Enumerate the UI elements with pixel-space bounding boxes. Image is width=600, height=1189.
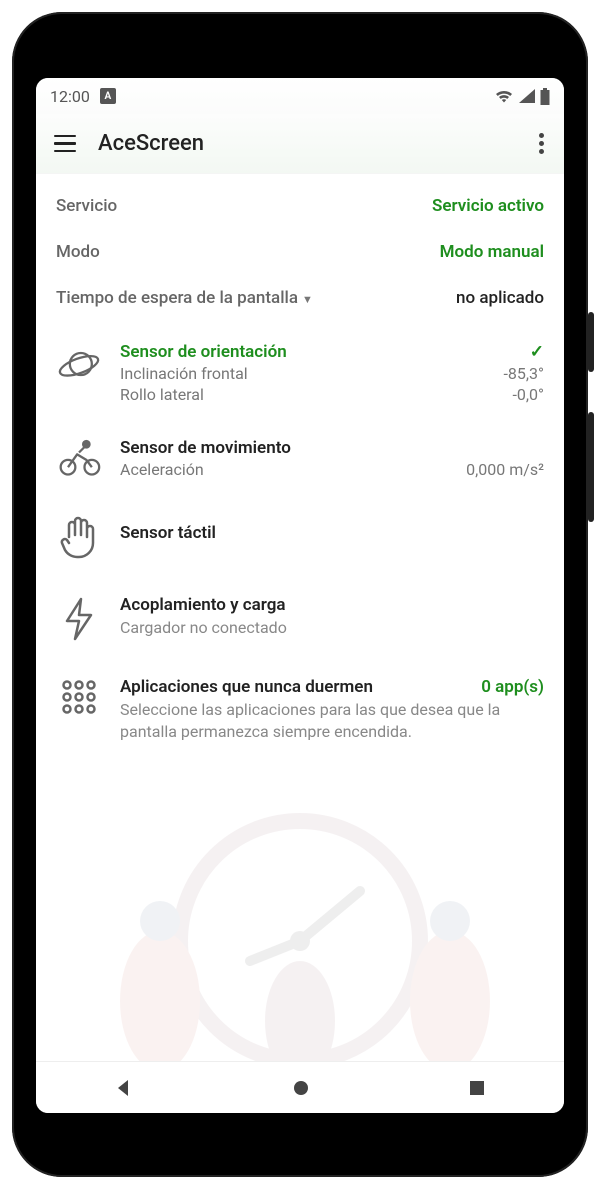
service-value: Servicio activo [432,196,544,216]
mode-label: Modo [56,242,100,262]
screen: 12:00 A AceScreen [36,78,564,1113]
menu-button[interactable] [54,135,76,153]
dropdown-indicator-icon: ▼ [302,293,313,306]
overflow-menu-button[interactable] [533,127,550,160]
nav-recent-button[interactable] [468,1079,486,1097]
mode-row[interactable]: Modo Modo manual [56,242,544,262]
service-label: Servicio [56,196,117,216]
acceleration-line: Aceleración 0,000 m/s² [120,460,544,479]
mode-value: Modo manual [440,242,544,262]
apps-description: Seleccione las aplicaciones para las que… [120,699,544,742]
motion-title: Sensor de movimiento [120,438,544,458]
touch-sensor-row[interactable]: Sensor táctil [56,513,544,561]
planet-icon [56,342,102,404]
touch-title: Sensor táctil [120,523,544,543]
side-button-power [588,312,594,372]
wifi-icon [494,88,514,104]
service-row[interactable]: Servicio Servicio activo [56,196,544,216]
cyclist-icon [56,438,102,479]
nav-back-button[interactable] [114,1078,134,1098]
check-icon: ✓ [530,342,544,362]
signal-icon [518,88,536,104]
battery-icon [540,88,550,105]
lightning-icon [56,595,102,643]
hand-icon [56,513,102,561]
app-title: AceScreen [98,131,511,156]
timeout-label: Tiempo de espera de la pantalla▼ [56,288,313,308]
motion-sensor-row[interactable]: Sensor de movimiento Aceleración 0,000 m… [56,438,544,479]
lateral-roll-line: Rollo lateral -0,0° [120,385,544,404]
side-button-volume [588,412,594,522]
apps-title: Aplicaciones que nunca duermen 0 app(s) [120,677,544,697]
charging-subtitle: Cargador no conectado [120,617,544,639]
screen-timeout-row[interactable]: Tiempo de espera de la pantalla▼ no apli… [56,288,544,308]
main-content: Servicio Servicio activo Modo Modo manua… [36,174,564,1061]
apps-never-sleep-row[interactable]: Aplicaciones que nunca duermen 0 app(s) … [56,677,544,742]
background-illustration [36,741,564,1061]
charging-row[interactable]: Acoplamiento y carga Cargador no conecta… [56,595,544,643]
keyboard-icon: A [100,88,116,104]
apps-grid-icon [56,677,102,742]
navigation-bar [36,1061,564,1113]
frontal-tilt-line: Inclinación frontal -85,3° [120,364,544,383]
orientation-sensor-row[interactable]: Sensor de orientación ✓ Inclinación fron… [56,342,544,404]
timeout-value: no aplicado [456,288,544,308]
status-time: 12:00 [50,87,90,106]
nav-home-button[interactable] [291,1078,311,1098]
status-bar: 12:00 A [36,78,564,114]
charging-title: Acoplamiento y carga [120,595,544,615]
apps-count: 0 app(s) [481,677,544,697]
app-bar: AceScreen [36,114,564,174]
orientation-title: Sensor de orientación ✓ [120,342,544,362]
phone-frame: 12:00 A AceScreen [12,12,588,1177]
